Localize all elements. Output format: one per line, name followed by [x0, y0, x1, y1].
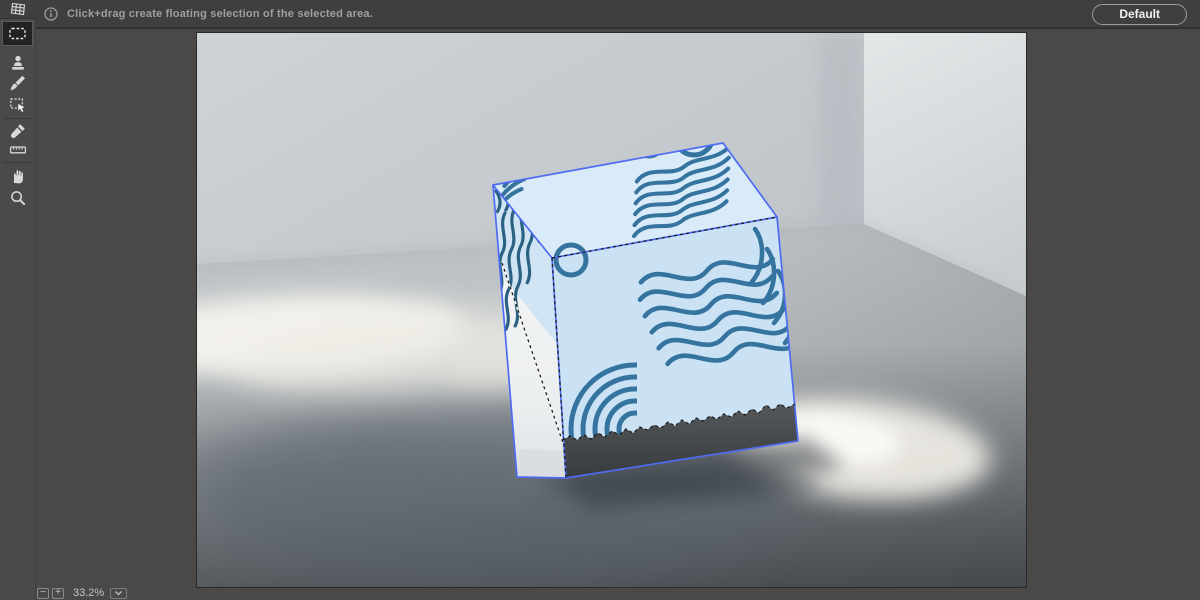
- zoom-out-button[interactable]: −: [37, 587, 49, 599]
- hand-tool-icon[interactable]: [9, 168, 27, 186]
- ruler-tool-icon[interactable]: [9, 141, 27, 159]
- zoom-level-value: 33.2%: [73, 587, 105, 599]
- marquee-tool-selected[interactable]: [2, 21, 33, 46]
- topbar: Click+drag create floating selection of …: [36, 0, 1200, 29]
- viewport-canvas[interactable]: [197, 33, 1026, 587]
- chevron-down-icon: [115, 591, 123, 596]
- zoom-tool-icon[interactable]: [9, 189, 27, 207]
- scene-render[interactable]: [197, 33, 1026, 587]
- wall-corner-shading: [819, 33, 865, 229]
- zoom-controls: − + 33.2%: [37, 587, 128, 599]
- transform-selection-tool-icon[interactable]: [9, 96, 27, 114]
- app-window: Click+drag create floating selection of …: [0, 0, 1200, 600]
- eyedropper-tool-icon[interactable]: [9, 122, 27, 140]
- toolbar: [0, 0, 36, 600]
- default-button[interactable]: Default: [1092, 4, 1187, 25]
- clone-stamp-tool-icon[interactable]: [9, 54, 27, 72]
- zoom-in-button[interactable]: +: [52, 587, 64, 599]
- brush-tool-icon[interactable]: [9, 74, 27, 92]
- status-message: Click+drag create floating selection of …: [67, 7, 373, 20]
- info-icon: [44, 6, 58, 21]
- zoom-dropdown[interactable]: [110, 587, 128, 599]
- grid-tool-icon[interactable]: [9, 1, 27, 19]
